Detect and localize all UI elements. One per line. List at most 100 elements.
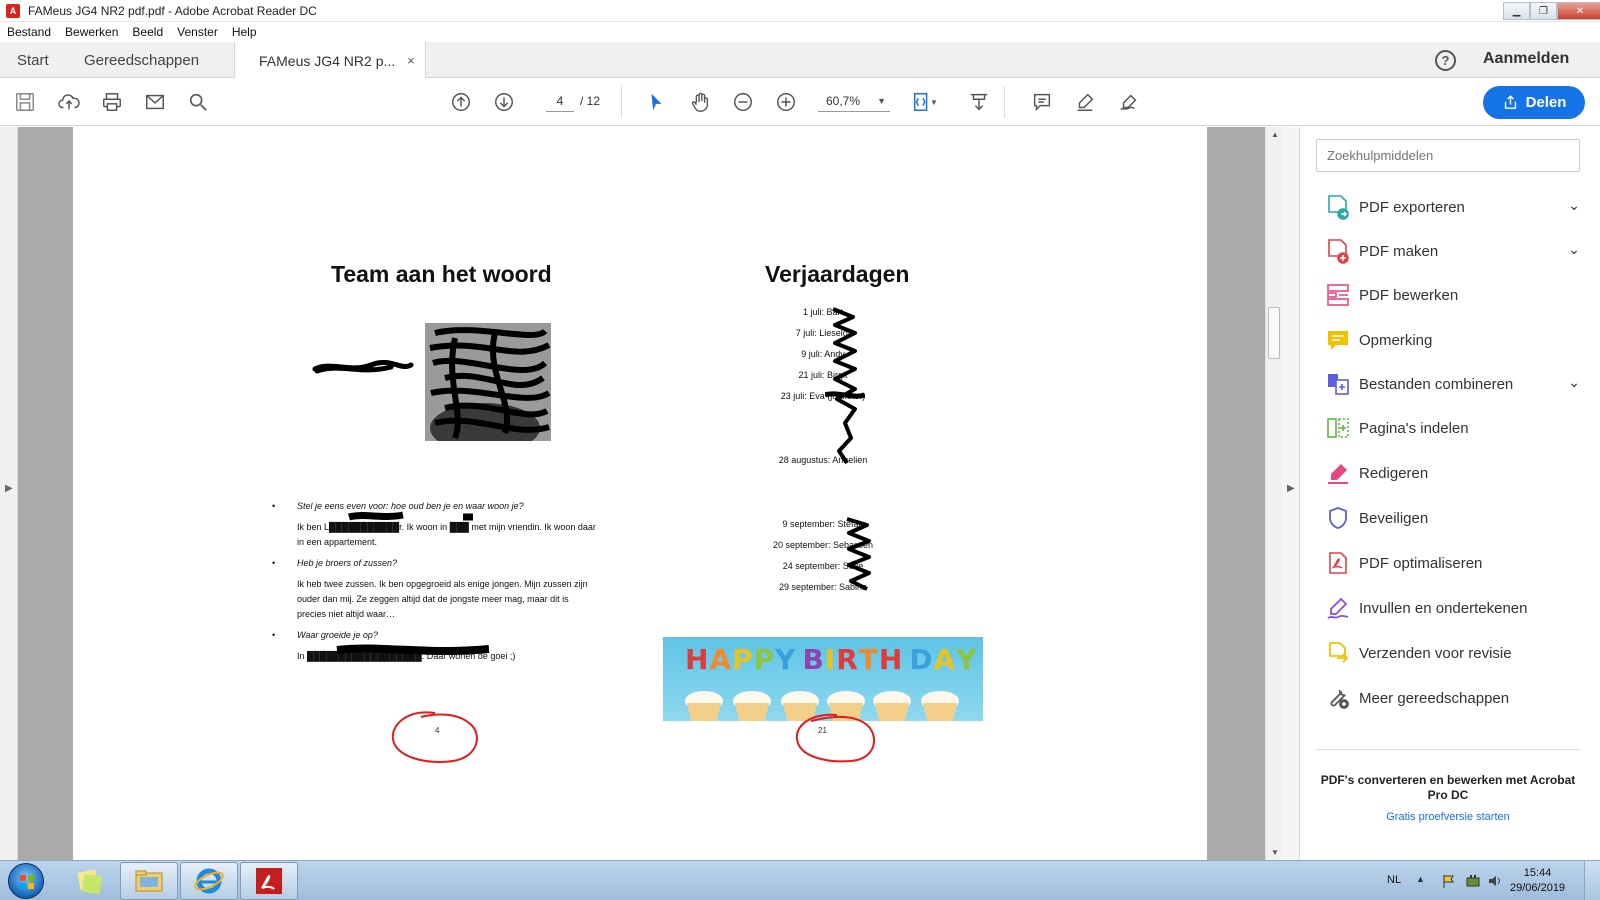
internet-explorer-icon <box>194 868 224 894</box>
tab-close-icon[interactable]: × <box>407 53 415 68</box>
tool-comment[interactable]: Opmerking <box>1325 326 1580 354</box>
send-review-icon <box>1325 640 1351 666</box>
windows-start-button[interactable] <box>8 863 44 899</box>
banner-letter: A <box>933 643 957 676</box>
highlight-pen-icon[interactable] <box>1073 90 1097 114</box>
acrobat-reader-icon <box>256 868 282 894</box>
taskbar-internet-explorer[interactable] <box>180 862 238 900</box>
document-viewer[interactable]: Team aan het woord Verjaardagen Stel je … <box>18 127 1265 860</box>
menu-help[interactable]: Help <box>232 25 257 39</box>
tool-label: Meer gereedschappen <box>1359 689 1510 707</box>
tool-organize-pages[interactable]: Pagina's indelen <box>1325 414 1580 442</box>
tab-document[interactable]: FAMeus JG4 NR2 p... × <box>234 42 426 79</box>
zoom-level-value: 60,7% <box>826 93 861 108</box>
windows-taskbar: NL ▲ 15:44 29/06/2019 <box>0 860 1600 900</box>
tool-protect[interactable]: Beveiligen <box>1325 504 1580 532</box>
promo-divider <box>1316 749 1580 750</box>
print-icon[interactable] <box>100 90 124 114</box>
share-button[interactable]: Delen <box>1483 86 1585 119</box>
close-window-button[interactable]: ✕ <box>1557 2 1600 20</box>
menu-beeld[interactable]: Beeld <box>132 25 163 39</box>
sign-pen-icon[interactable] <box>1117 90 1141 114</box>
title-bar: A FAMeus JG4 NR2 pdf.pdf - Adobe Acrobat… <box>0 0 1600 22</box>
zoom-in-icon[interactable] <box>774 90 798 114</box>
protect-icon <box>1325 505 1351 531</box>
power-icon[interactable] <box>1465 873 1481 889</box>
save-icon[interactable] <box>13 90 37 114</box>
next-page-icon[interactable] <box>492 90 516 114</box>
tool-combine-files[interactable]: Bestanden combineren ⌄ <box>1325 370 1580 398</box>
scrollbar-thumb[interactable] <box>1268 307 1280 359</box>
chevron-down-icon[interactable]: ⌄ <box>1568 197 1580 214</box>
zoom-level-select[interactable]: 60,7% ▼ <box>818 90 890 112</box>
free-trial-link[interactable]: Gratis proefversie starten <box>1316 811 1580 823</box>
system-clock[interactable]: 15:44 29/06/2019 <box>1510 866 1565 896</box>
window-title: FAMeus JG4 NR2 pdf.pdf - Adobe Acrobat R… <box>28 3 317 18</box>
more-tools-icon <box>1325 685 1351 711</box>
search-zoom-icon[interactable] <box>186 90 210 114</box>
hand-tool-icon[interactable] <box>688 90 712 114</box>
tool-optimize-pdf[interactable]: PDF optimaliseren <box>1325 549 1580 577</box>
minimize-button[interactable]: ▁ <box>1503 2 1530 20</box>
comment-icon <box>1325 327 1351 353</box>
chevron-down-icon[interactable]: ⌄ <box>1568 241 1580 258</box>
previous-page-icon[interactable] <box>449 90 473 114</box>
sticky-notes-icon <box>77 869 103 895</box>
volume-icon[interactable] <box>1487 873 1503 889</box>
tab-start[interactable]: Start <box>17 42 49 78</box>
tools-search-input[interactable] <box>1316 139 1580 172</box>
action-center-flag-icon[interactable] <box>1441 873 1457 889</box>
keyboard-language[interactable]: NL <box>1387 874 1401 886</box>
tool-create-pdf[interactable]: PDF maken ⌄ <box>1325 237 1580 265</box>
page-total: / 12 <box>580 94 601 108</box>
toolbar: / 12 60,7% ▼ ▼ <box>0 78 1600 126</box>
show-hidden-icons-icon[interactable]: ▲ <box>1416 874 1425 884</box>
edit-pdf-icon <box>1325 282 1351 308</box>
help-icon[interactable]: ? <box>1435 50 1456 71</box>
banner-letter: H <box>878 643 904 676</box>
tool-more-tools[interactable]: Meer gereedschappen <box>1325 684 1580 712</box>
show-desktop-button[interactable] <box>1584 861 1600 900</box>
banner-letter: H <box>685 643 710 676</box>
banner-letter: P <box>732 643 754 676</box>
right-pane-toggle[interactable]: ▶ <box>1282 127 1300 860</box>
maximize-button[interactable]: ❐ <box>1530 2 1557 20</box>
redaction-scribble <box>336 511 490 655</box>
chevron-down-icon[interactable]: ⌄ <box>1568 374 1580 391</box>
tab-bar: Start Gereedschappen FAMeus JG4 NR2 p...… <box>0 42 1600 79</box>
scroll-mode-icon[interactable] <box>967 90 991 114</box>
zoom-out-icon[interactable] <box>731 90 755 114</box>
taskbar-sticky-notes[interactable] <box>60 862 118 900</box>
fit-dropdown-icon[interactable]: ▼ <box>928 90 940 114</box>
tool-label: Beveiligen <box>1359 509 1429 527</box>
signin-button[interactable]: Aanmelden <box>1483 50 1569 68</box>
tool-edit-pdf[interactable]: PDF bewerken <box>1325 281 1580 309</box>
redact-icon <box>1325 460 1351 486</box>
export-pdf-icon <box>1325 194 1351 220</box>
banner-letter: T <box>858 643 879 676</box>
vertical-scrollbar[interactable]: ▲ ▼ <box>1265 127 1282 860</box>
tool-export-pdf[interactable]: PDF exporteren ⌄ <box>1325 193 1580 221</box>
menu-venster[interactable]: Venster <box>177 25 218 39</box>
banner-letter: Y <box>775 643 797 676</box>
tool-label: Bestanden combineren <box>1359 375 1514 393</box>
tool-fill-sign[interactable]: Invullen en ondertekenen <box>1325 594 1580 622</box>
menu-bewerken[interactable]: Bewerken <box>65 25 118 39</box>
menu-bestand[interactable]: Bestand <box>7 25 51 39</box>
taskbar-file-explorer[interactable] <box>120 862 178 900</box>
comment-icon[interactable] <box>1030 90 1054 114</box>
page-number-input[interactable] <box>546 90 574 112</box>
upload-cloud-icon[interactable] <box>57 90 81 114</box>
select-cursor-icon[interactable] <box>644 90 668 114</box>
mail-icon[interactable] <box>143 90 167 114</box>
scroll-up-icon[interactable]: ▲ <box>1271 130 1279 139</box>
tool-redact[interactable]: Redigeren <box>1325 459 1580 487</box>
left-pane-toggle[interactable]: ▶ <box>0 127 18 860</box>
banner-letter: R <box>836 643 859 676</box>
menu-bar: Bestand Bewerken Beeld Venster Help <box>0 22 1600 42</box>
taskbar-acrobat-reader[interactable] <box>240 862 298 900</box>
tool-send-review[interactable]: Verzenden voor revisie <box>1325 639 1580 667</box>
banner-letter: D <box>909 643 934 676</box>
scroll-down-icon[interactable]: ▼ <box>1271 848 1279 857</box>
tab-tools[interactable]: Gereedschappen <box>84 42 199 78</box>
